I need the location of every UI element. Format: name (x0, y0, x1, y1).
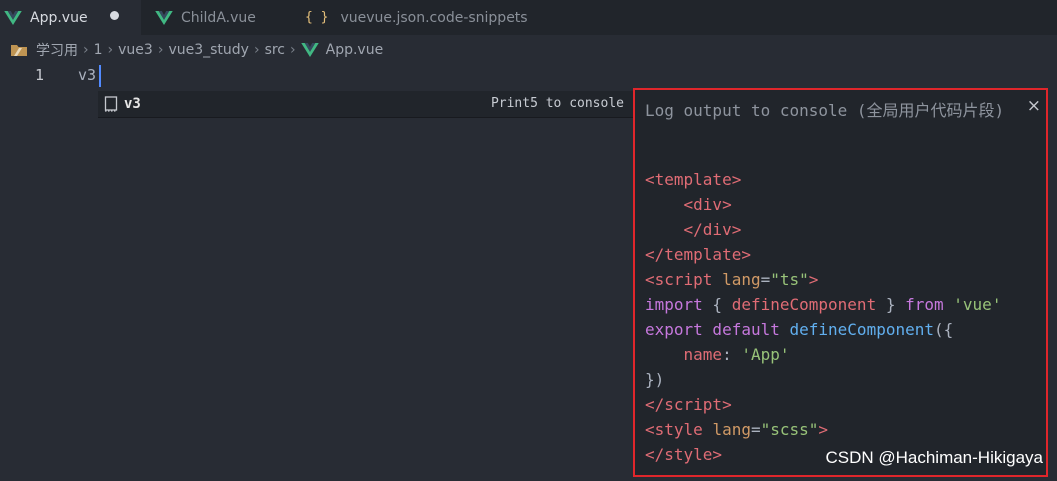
snippet-icon (104, 96, 118, 112)
breadcrumb: 学习用 › 1 › vue3 › vue3_study › src › App.… (0, 35, 1057, 65)
breadcrumb-item[interactable]: src (265, 42, 285, 58)
breadcrumb-item[interactable]: vue3_study (168, 42, 249, 58)
tab-app-vue[interactable]: App.vue (0, 0, 141, 35)
folder-icon (11, 45, 27, 56)
vue-icon (155, 10, 173, 25)
details-title: Log output to console (全局用户代码片段) (645, 101, 1005, 120)
editor-line[interactable]: v3 (78, 66, 96, 84)
snippet-preview: <template> <div> </div> </template> <scr… (645, 170, 1002, 464)
tab-vuevue-snippets[interactable]: { } vuevue.json.code-snippets (291, 0, 553, 35)
tab-label: vuevue.json.code-snippets (340, 9, 528, 26)
suggestion-details-panel: Log output to console (全局用户代码片段) × <temp… (633, 88, 1048, 477)
unsaved-dot-icon[interactable] (110, 11, 119, 20)
chevron-right-icon: › (253, 42, 260, 58)
suggestion-label: v3 (124, 96, 141, 112)
suggestion-detail: Print5 to console (490, 96, 624, 111)
tab-label: App.vue (30, 9, 88, 26)
text-cursor (99, 65, 101, 87)
tab-childa-vue[interactable]: ChildA.vue (151, 0, 291, 35)
close-icon[interactable]: × (1027, 96, 1041, 116)
line-number: 1 (35, 66, 45, 84)
json-braces-icon: { } (305, 10, 329, 25)
watermark: CSDN @Hachiman-Hikigaya (825, 448, 1043, 467)
suggestion-item[interactable]: v3 Print5 to console (98, 91, 633, 118)
chevron-right-icon: › (83, 42, 89, 58)
chevron-right-icon: › (157, 42, 164, 58)
breadcrumb-item[interactable]: vue3 (118, 42, 153, 58)
chevron-right-icon: › (290, 42, 296, 58)
vue-icon (4, 10, 22, 25)
editor-tab-bar: App.vue ChildA.vue { } vuevue.json.code-… (0, 0, 1057, 35)
chevron-right-icon: › (107, 42, 114, 58)
breadcrumb-item-file[interactable]: App.vue (326, 42, 384, 58)
breadcrumb-item[interactable]: 1 (94, 42, 103, 58)
breadcrumb-item[interactable]: 学习用 (36, 40, 78, 60)
vue-icon (300, 43, 319, 57)
tab-label: ChildA.vue (181, 9, 256, 26)
